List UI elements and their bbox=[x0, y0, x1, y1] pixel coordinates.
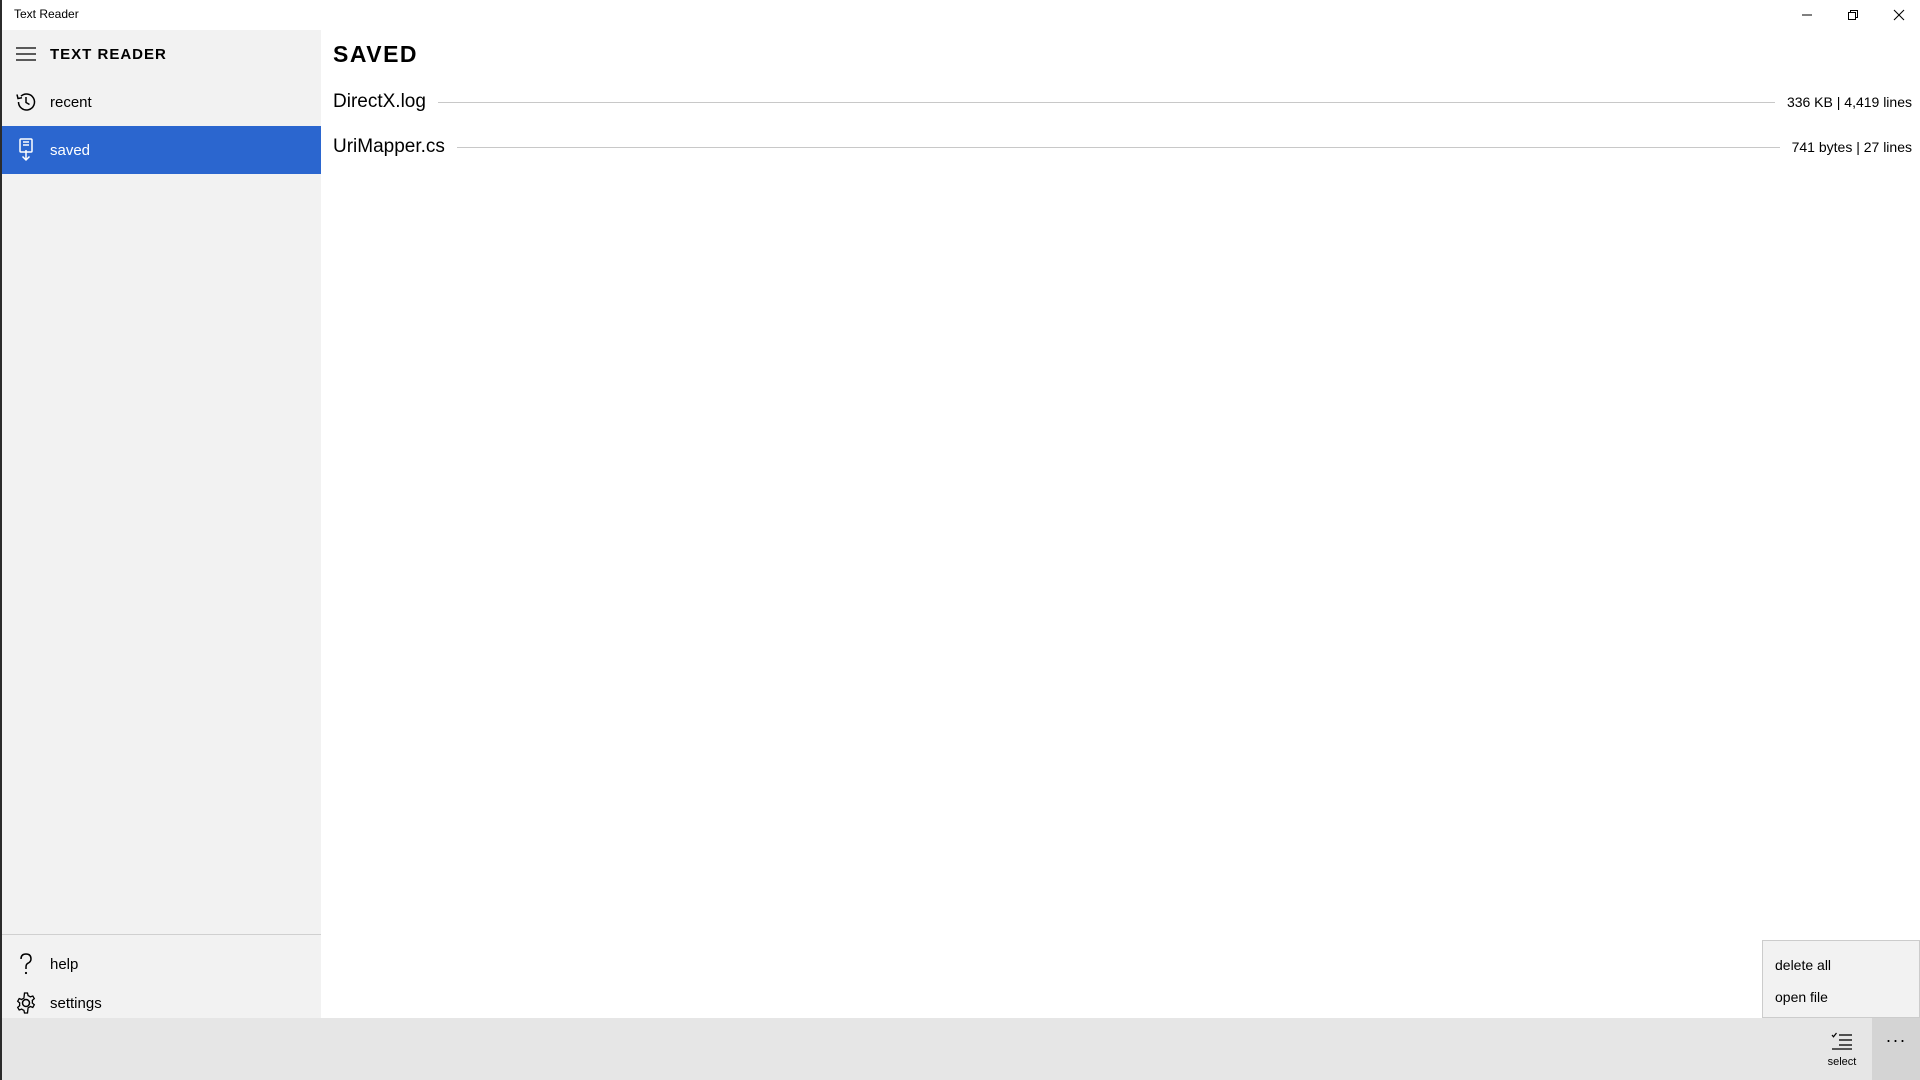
title-bar: Text Reader bbox=[2, 0, 1920, 30]
file-list-item[interactable]: DirectX.log 336 KB | 4,419 lines bbox=[333, 82, 1912, 122]
sidebar-item-recent[interactable]: recent bbox=[2, 78, 321, 126]
history-icon bbox=[16, 93, 36, 111]
main-content: SAVED DirectX.log 336 KB | 4,419 lines U… bbox=[321, 30, 1920, 1018]
sidebar-item-label: settings bbox=[50, 994, 102, 1012]
close-icon bbox=[1893, 9, 1905, 21]
select-button-label: select bbox=[1827, 1056, 1857, 1068]
minimize-button[interactable] bbox=[1784, 0, 1830, 30]
restore-icon bbox=[1848, 10, 1858, 20]
sidebar-item-label: help bbox=[50, 955, 79, 973]
file-name: UriMapper.cs bbox=[333, 136, 445, 157]
page-title: SAVED bbox=[333, 41, 419, 67]
sidebar-divider bbox=[2, 934, 321, 935]
select-button[interactable]: select bbox=[1814, 1018, 1870, 1080]
gear-icon bbox=[16, 992, 36, 1014]
row-separator-line bbox=[437, 101, 1775, 103]
row-separator-line bbox=[456, 146, 1780, 148]
window-title: Text Reader bbox=[14, 7, 79, 21]
close-button[interactable] bbox=[1876, 0, 1920, 30]
minimize-icon bbox=[1802, 14, 1812, 16]
sidebar-item-label: recent bbox=[50, 93, 92, 111]
app-window: Text Reader TEXT READER recent saved hel… bbox=[0, 0, 1920, 1080]
app-name: TEXT READER bbox=[50, 45, 167, 63]
sidebar: TEXT READER recent saved help settings bbox=[2, 30, 321, 1018]
sidebar-item-saved[interactable]: saved bbox=[2, 126, 321, 174]
sidebar-item-settings[interactable]: settings bbox=[2, 988, 321, 1018]
command-bar: select ··· bbox=[2, 1018, 1920, 1080]
ellipsis-icon: ··· bbox=[1885, 1030, 1907, 1050]
saved-download-icon bbox=[19, 138, 33, 162]
file-list-item[interactable]: UriMapper.cs 741 bytes | 27 lines bbox=[333, 127, 1912, 167]
file-meta: 336 KB | 4,419 lines bbox=[1786, 94, 1912, 110]
multi-select-icon bbox=[1831, 1032, 1852, 1050]
file-name: DirectX.log bbox=[333, 91, 426, 112]
hamburger-icon bbox=[16, 47, 36, 61]
sidebar-item-help[interactable]: help bbox=[2, 940, 321, 988]
help-icon bbox=[20, 953, 32, 975]
hamburger-menu-button[interactable] bbox=[2, 30, 50, 78]
menu-item-delete-all[interactable]: delete all bbox=[1763, 949, 1919, 981]
more-options-button[interactable]: ··· bbox=[1872, 1018, 1920, 1080]
menu-item-open-file[interactable]: open file bbox=[1763, 981, 1919, 1013]
overflow-menu: delete all open file bbox=[1762, 940, 1920, 1018]
file-meta: 741 bytes | 27 lines bbox=[1791, 139, 1912, 155]
sidebar-item-label: saved bbox=[50, 141, 91, 159]
sidebar-header: TEXT READER bbox=[2, 30, 321, 78]
restore-button[interactable] bbox=[1830, 0, 1876, 30]
